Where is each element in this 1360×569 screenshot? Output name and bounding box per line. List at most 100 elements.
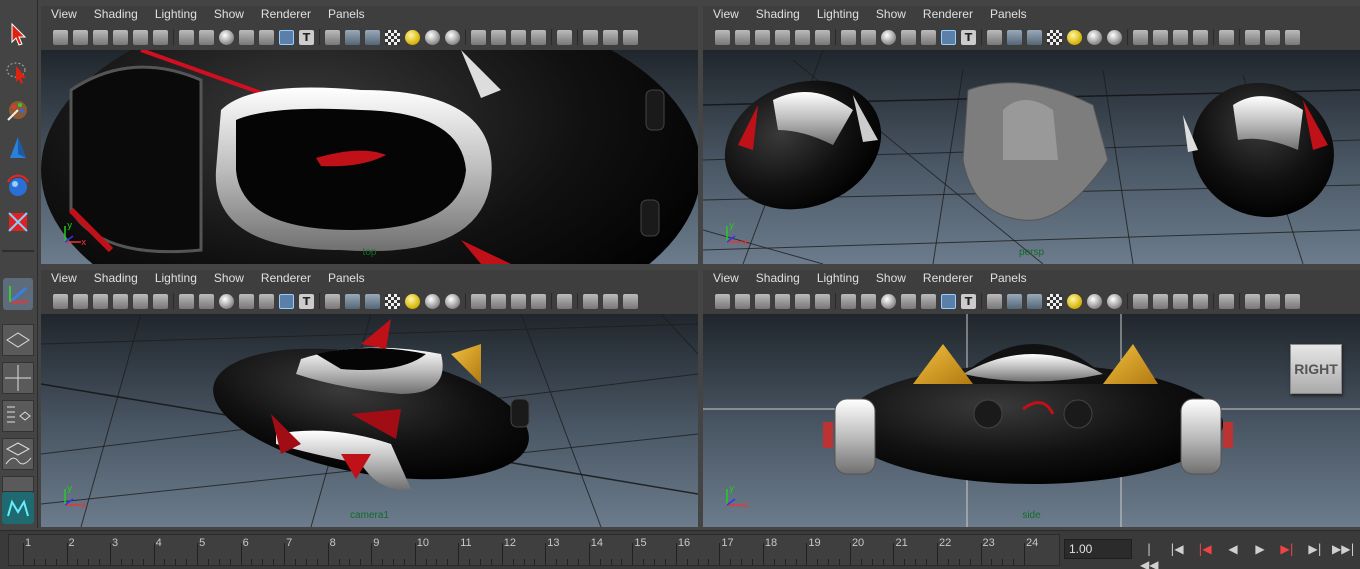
menu-renderer[interactable]: Renderer (923, 6, 973, 23)
field-chart-icon[interactable] (921, 29, 936, 45)
frame-all-icon[interactable] (1245, 293, 1260, 309)
safe-title-icon[interactable]: T (961, 29, 976, 45)
image-plane-icon[interactable] (113, 29, 128, 45)
menu-shading[interactable]: Shading (94, 270, 138, 287)
xray-joints-icon[interactable] (1153, 293, 1168, 309)
smooth-shade-icon[interactable] (345, 29, 360, 45)
default-material-icon[interactable] (1027, 293, 1042, 309)
menu-view[interactable]: View (713, 270, 739, 287)
menu-lighting[interactable]: Lighting (817, 270, 859, 287)
bookmark-icon[interactable] (93, 293, 108, 309)
textured-icon[interactable] (1047, 29, 1062, 45)
step-back-frame-icon[interactable]: |◀ (1196, 541, 1214, 557)
paint-select-tool-icon[interactable] (3, 94, 33, 126)
menu-show[interactable]: Show (876, 270, 906, 287)
xray-components-icon[interactable] (1173, 29, 1188, 45)
scale-tool-icon[interactable] (3, 206, 33, 238)
xray-icon[interactable] (1133, 293, 1148, 309)
textured-icon[interactable] (385, 293, 400, 309)
grease-pencil-icon[interactable] (815, 293, 830, 309)
step-forward-key-icon[interactable]: ▶| (1306, 541, 1324, 557)
default-material-icon[interactable] (1027, 29, 1042, 45)
viewport-persp[interactable]: View Shading Lighting Show Renderer Panels T y… (703, 6, 1360, 264)
camera-icon[interactable] (53, 293, 68, 309)
selection-mask-icon[interactable] (623, 29, 638, 45)
menu-show[interactable]: Show (214, 270, 244, 287)
ambient-occlusion-icon[interactable] (445, 29, 460, 45)
gate-mask-icon[interactable] (239, 293, 254, 309)
play-forward-icon[interactable]: ▶ (1251, 541, 1269, 557)
xray-icon[interactable] (471, 293, 486, 309)
film-gate-icon[interactable] (861, 29, 876, 45)
wireframe-icon[interactable] (325, 29, 340, 45)
xray-components-icon[interactable] (1173, 293, 1188, 309)
four-pane-layout-icon[interactable] (2, 362, 34, 394)
bookmark-icon[interactable] (755, 29, 770, 45)
grid-icon[interactable] (179, 293, 194, 309)
go-to-start-icon[interactable]: |◀◀ (1140, 541, 1158, 569)
field-chart-icon[interactable] (259, 29, 274, 45)
use-lights-icon[interactable] (405, 293, 420, 309)
ambient-occlusion-icon[interactable] (1107, 29, 1122, 45)
camera-attr-icon[interactable] (73, 29, 88, 45)
xray-icon[interactable] (471, 29, 486, 45)
xray-joints-icon[interactable] (1153, 29, 1168, 45)
grease-pencil-icon[interactable] (153, 293, 168, 309)
menu-renderer[interactable]: Renderer (261, 270, 311, 287)
viewport-canvas[interactable]: y x side RIGHT (703, 314, 1360, 527)
viewport-canvas[interactable]: y x camera1 (41, 314, 698, 527)
camera-attr-icon[interactable] (735, 293, 750, 309)
film-gate-icon[interactable] (199, 29, 214, 45)
gate-mask-icon[interactable] (901, 29, 916, 45)
menu-shading[interactable]: Shading (94, 6, 138, 23)
camera-attr-icon[interactable] (735, 29, 750, 45)
safe-action-icon[interactable] (279, 29, 294, 45)
go-to-end-icon[interactable]: ▶▶| (1332, 541, 1355, 557)
menu-show[interactable]: Show (214, 6, 244, 23)
menu-lighting[interactable]: Lighting (155, 270, 197, 287)
smooth-shade-icon[interactable] (1007, 293, 1022, 309)
menu-shading[interactable]: Shading (756, 270, 800, 287)
2d-pan-icon[interactable] (795, 29, 810, 45)
grease-pencil-icon[interactable] (153, 29, 168, 45)
lasso-tool-icon[interactable] (3, 56, 33, 88)
resolution-gate-icon[interactable] (881, 29, 896, 45)
safe-title-icon[interactable]: T (299, 293, 314, 309)
textured-icon[interactable] (385, 29, 400, 45)
menu-panels[interactable]: Panels (990, 6, 1027, 23)
selection-mask-icon[interactable] (623, 293, 638, 309)
frame-all-icon[interactable] (583, 293, 598, 309)
selection-mask-icon[interactable] (1285, 293, 1300, 309)
viewport-canvas[interactable]: y x top (41, 50, 698, 264)
single-pane-layout-icon[interactable] (2, 324, 34, 356)
menu-panels[interactable]: Panels (990, 270, 1027, 287)
film-gate-icon[interactable] (199, 293, 214, 309)
resolution-gate-icon[interactable] (219, 293, 234, 309)
frame-all-icon[interactable] (1245, 29, 1260, 45)
ambient-occlusion-icon[interactable] (1107, 293, 1122, 309)
viewcube[interactable]: RIGHT (1290, 344, 1342, 394)
isolate-select-icon[interactable] (1219, 29, 1234, 45)
use-lights-icon[interactable] (1067, 293, 1082, 309)
script-layout-icon[interactable] (2, 476, 34, 492)
menu-panels[interactable]: Panels (328, 270, 365, 287)
field-chart-icon[interactable] (259, 293, 274, 309)
2d-pan-icon[interactable] (133, 29, 148, 45)
frame-selected-icon[interactable] (603, 29, 618, 45)
default-material-icon[interactable] (365, 293, 380, 309)
grid-icon[interactable] (841, 29, 856, 45)
move-tool-icon[interactable] (3, 132, 33, 164)
step-forward-frame-icon[interactable]: ▶| (1278, 541, 1296, 557)
textured-icon[interactable] (1047, 293, 1062, 309)
isolate-select-icon[interactable] (1219, 293, 1234, 309)
grease-pencil-icon[interactable] (815, 29, 830, 45)
use-lights-icon[interactable] (1067, 29, 1082, 45)
xray-joints-icon[interactable] (491, 29, 506, 45)
image-plane-icon[interactable] (775, 29, 790, 45)
select-tool-icon[interactable] (3, 18, 33, 50)
viewport-top[interactable]: View Shading Lighting Show Renderer Panels T y… (41, 6, 698, 264)
current-frame-field[interactable]: 1.00 (1064, 539, 1132, 559)
menu-panels[interactable]: Panels (328, 6, 365, 23)
wireframe-icon[interactable] (325, 293, 340, 309)
grid-icon[interactable] (179, 29, 194, 45)
